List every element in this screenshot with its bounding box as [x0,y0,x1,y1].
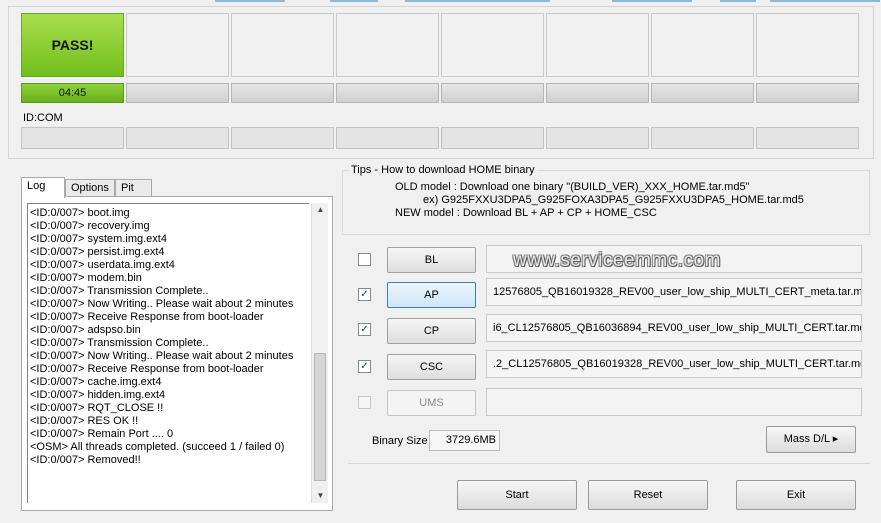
csc-checkbox[interactable]: ✓ [358,360,371,373]
log-line: <ID:0/007> Transmission Complete.. [30,285,209,297]
tip-new-model: NEW model : Download BL + AP + CP + HOME… [395,207,657,219]
ap-button[interactable]: AP [387,282,476,308]
port-status-box: PASS! [21,13,124,77]
port-status-box [756,13,859,77]
bl-button[interactable]: BL [387,247,476,273]
start-button[interactable]: Start [457,480,577,510]
log-line: <ID:0/007> Receive Response from boot-lo… [30,311,264,323]
log-scrollbar[interactable]: ▲ ▼ [311,203,328,503]
com-port-box [126,127,229,149]
mass-dl-button[interactable]: Mass D/L ▸ [766,426,856,453]
csc-button[interactable]: CSC [387,354,476,380]
log-line: <ID:0/007> Receive Response from boot-lo… [30,363,264,375]
log-line: <ID:0/007> cache.img.ext4 [30,376,162,388]
port-progress-bar [126,83,229,103]
bl-checkbox[interactable] [358,253,371,266]
binary-size-value: 3729.6MB [429,430,500,451]
port-progress-bar: 04:45 [21,83,124,103]
port-status-box [651,13,754,77]
com-port-box [336,127,439,149]
log-panel: <ID:0/007> boot.img <ID:0/007> recovery.i… [21,196,333,511]
exit-button[interactable]: Exit [736,480,856,510]
port-status-box [546,13,649,77]
top-edge-stripe [0,0,881,3]
log-line: <ID:0/007> Now Writing.. Please wait abo… [30,298,294,310]
log-line: <OSM> All threads completed. (succeed 1 … [30,441,285,453]
log-line: <ID:0/007> userdata.img.ext4 [30,259,175,271]
log-output[interactable]: <ID:0/007> boot.img <ID:0/007> recovery.i… [27,203,309,503]
port-status-box [126,13,229,77]
tips-title: Tips - How to download HOME binary [349,164,537,176]
log-line: <ID:0/007> RQT_CLOSE !! [30,402,164,414]
port-progress-bar [651,83,754,103]
port-progress-bar [441,83,544,103]
log-line: <ID:0/007> Now Writing.. Please wait abo… [30,350,294,362]
com-port-box [651,127,754,149]
log-line: <ID:0/007> boot.img [30,207,130,219]
com-port-box [441,127,544,149]
reset-button[interactable]: Reset [588,480,708,510]
log-line: <ID:0/007> Transmission Complete.. [30,337,209,349]
cp-button[interactable]: CP [387,318,476,344]
port-progress-bar [756,83,859,103]
log-line: <ID:0/007> hidden.img.ext4 [30,389,166,401]
ums-button[interactable]: UMS [387,390,476,416]
log-line: <ID:0/007> RES OK !! [30,415,139,427]
com-port-box [21,127,124,149]
tab-log[interactable]: Log [21,177,65,198]
log-line: <ID:0/007> persist.img.ext4 [30,246,165,258]
com-port-box [546,127,649,149]
port-status-box [336,13,439,77]
tip-example: ex) G925FXXU3DPA5_G925FOXA3DPA5_G925FXXU… [423,194,804,206]
port-progress-bar [336,83,439,103]
cp-checkbox[interactable]: ✓ [358,323,371,336]
log-line: <ID:0/007> adspso.bin [30,324,141,336]
log-line: <ID:0/007> recovery.img [30,220,150,232]
log-line: <ID:0/007> Remain Port .... 0 [30,428,174,440]
scroll-down-icon[interactable]: ▼ [312,489,329,503]
csc-path-field[interactable]: .2_CL12576805_QB16019328_REV00_user_low_… [486,350,862,378]
watermark: www.serviceemmc.com [513,250,721,271]
tab-options[interactable]: Options [65,179,115,197]
ums-path-field[interactable] [486,388,862,416]
port-status-box [231,13,334,77]
log-line: <ID:0/007> system.img.ext4 [30,233,167,245]
com-port-box [231,127,334,149]
ap-path-field[interactable]: 12576805_QB16019328_REV00_user_low_ship_… [486,278,862,306]
ap-checkbox[interactable]: ✓ [358,288,371,301]
tip-old-model: OLD model : Download one binary "(BUILD_… [395,181,750,193]
cp-path-field[interactable]: i6_CL12576805_QB16036894_REV00_user_low_… [486,314,862,342]
port-status-box [441,13,544,77]
binary-size-label: Binary Size [372,435,428,447]
scroll-thumb[interactable] [314,353,326,481]
port-progress-bar [546,83,649,103]
com-port-box [756,127,859,149]
ums-checkbox[interactable] [358,396,371,409]
id-com-label: ID:COM [23,112,63,124]
log-line: <ID:0/007> Removed!! [30,454,141,466]
scroll-up-icon[interactable]: ▲ [312,203,329,217]
port-status-panel: PASS! 04:45 ID:COM [8,6,874,159]
port-progress-bar [231,83,334,103]
tab-pit[interactable]: Pit [115,179,152,197]
log-line: <ID:0/007> modem.bin [30,272,142,284]
tips-group: OLD model : Download one binary "(BUILD_… [342,170,870,235]
